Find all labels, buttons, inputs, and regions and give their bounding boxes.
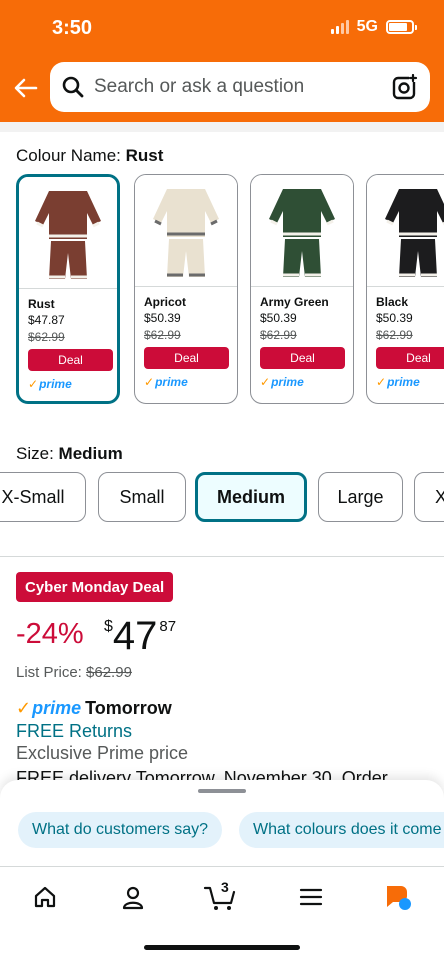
signal-icon bbox=[330, 20, 349, 34]
colour-option-card[interactable]: Apricot $50.39 $62.99 Deal ✓ prime bbox=[134, 174, 238, 404]
product-image bbox=[367, 175, 444, 287]
home-icon[interactable] bbox=[29, 881, 61, 913]
colour-selected-value: Rust bbox=[125, 146, 164, 165]
prime-badge: ✓ prime bbox=[144, 375, 228, 389]
colour-option-list-price: $62.99 bbox=[144, 328, 181, 342]
colour-option-name: Apricot bbox=[144, 295, 186, 309]
size-option-button[interactable]: Small bbox=[98, 472, 186, 522]
size-option-button[interactable]: Large bbox=[318, 472, 403, 522]
prime-check-icon: ✓ bbox=[260, 375, 271, 389]
assistant-sheet: What do customers say? What colours does… bbox=[0, 780, 444, 866]
list-price: List Price: $62.99 bbox=[16, 664, 132, 681]
colour-option-list-price: $62.99 bbox=[376, 328, 413, 342]
prime-logo: prime bbox=[271, 375, 304, 389]
price-symbol: $ bbox=[104, 618, 113, 635]
prime-logo: prime bbox=[39, 377, 72, 391]
prime-check-icon: ✓ bbox=[376, 375, 387, 389]
header-divider bbox=[0, 122, 444, 132]
price-whole: 47 bbox=[112, 614, 158, 658]
size-label-text: Size: bbox=[16, 444, 54, 463]
sheet-grabber[interactable] bbox=[198, 789, 246, 793]
size-option-button[interactable]: X-Small bbox=[0, 472, 86, 522]
colour-option-price: $50.39 bbox=[376, 311, 413, 325]
list-price-label: List Price: bbox=[16, 664, 82, 681]
colour-label: Colour Name: Rust bbox=[16, 146, 163, 166]
product-image bbox=[135, 175, 237, 287]
prime-logo: prime bbox=[387, 375, 420, 389]
colour-option-price: $50.39 bbox=[260, 311, 297, 325]
prime-logo: prime bbox=[155, 375, 188, 389]
colour-option-price: $47.87 bbox=[28, 313, 65, 327]
battery-icon bbox=[386, 20, 417, 34]
deal-badge: Deal bbox=[144, 347, 229, 369]
prime-check-icon: ✓ bbox=[144, 375, 155, 389]
deal-badge: Deal bbox=[260, 347, 345, 369]
search-bar[interactable] bbox=[50, 62, 430, 112]
list-price-value: $62.99 bbox=[86, 664, 132, 681]
size-option-button[interactable]: Medium bbox=[195, 472, 307, 522]
size-label: Size: Medium bbox=[16, 444, 123, 464]
prime-badge: ✓ prime bbox=[28, 377, 108, 391]
status-time: 3:50 bbox=[52, 17, 93, 39]
status-indicators: 5G bbox=[330, 18, 417, 36]
product-image bbox=[19, 177, 117, 289]
colour-label-text: Colour Name: bbox=[16, 146, 121, 165]
search-input[interactable] bbox=[94, 62, 384, 112]
price-fraction: 87 bbox=[159, 618, 177, 635]
deal-badge: Deal bbox=[28, 349, 113, 371]
free-returns-link[interactable]: FREE Returns bbox=[16, 721, 132, 742]
section-divider bbox=[0, 556, 444, 557]
camera-lens-icon[interactable] bbox=[392, 74, 418, 100]
delivery-speed: Tomorrow bbox=[85, 698, 172, 718]
arrow-left-icon[interactable] bbox=[12, 74, 40, 102]
price: $ 47 87 bbox=[104, 614, 176, 658]
account-icon[interactable] bbox=[117, 881, 149, 913]
suggestion-chip[interactable]: What do customers say? bbox=[18, 812, 223, 848]
search-icon bbox=[62, 76, 84, 98]
colour-option-name: Black bbox=[376, 295, 409, 309]
rufus-icon[interactable] bbox=[382, 881, 414, 913]
colour-option-name: Army Green bbox=[260, 295, 329, 309]
cart-icon[interactable]: 3 bbox=[202, 879, 240, 913]
deal-badge: Cyber Monday Deal bbox=[16, 572, 174, 602]
discount-percent: -24% bbox=[16, 618, 84, 650]
prime-delivery-line: ✓ prime Tomorrow bbox=[16, 698, 172, 719]
colour-swatch-carousel[interactable]: Rust $47.87 $62.99 Deal ✓ prime Apricot $50.39 $… bbox=[16, 172, 444, 408]
network-type: 5G bbox=[356, 18, 378, 35]
size-option-button[interactable]: X bbox=[414, 472, 444, 522]
size-selected-value: Medium bbox=[58, 444, 123, 463]
colour-option-price: $50.39 bbox=[144, 311, 181, 325]
prime-logo: prime bbox=[32, 698, 82, 718]
colour-option-card[interactable]: Black $50.39 $62.99 Deal ✓ prime bbox=[366, 174, 444, 404]
prime-check-icon: ✓ bbox=[16, 698, 32, 718]
top-header: 3:50 5G bbox=[0, 0, 444, 122]
deal-badge: Deal bbox=[376, 347, 444, 369]
home-indicator bbox=[144, 945, 300, 950]
exclusive-prime-price: Exclusive Prime price bbox=[16, 743, 189, 763]
prime-check-icon: ✓ bbox=[28, 377, 39, 391]
product-image bbox=[251, 175, 353, 287]
colour-option-name: Rust bbox=[28, 297, 55, 311]
colour-option-card[interactable]: Army Green $50.39 $62.99 Deal ✓ prime bbox=[250, 174, 354, 404]
suggestion-chip[interactable]: What colours does it come in? bbox=[239, 812, 444, 848]
size-options[interactable]: X-Small Small Medium Large X bbox=[0, 470, 444, 526]
colour-option-list-price: $62.99 bbox=[28, 330, 65, 344]
cart-count: 3 bbox=[221, 879, 229, 895]
prime-badge: ✓ prime bbox=[376, 375, 444, 389]
menu-icon[interactable] bbox=[295, 881, 327, 913]
colour-option-list-price: $62.99 bbox=[260, 328, 297, 342]
colour-option-card[interactable]: Rust $47.87 $62.99 Deal ✓ prime bbox=[16, 174, 120, 404]
prime-badge: ✓ prime bbox=[260, 375, 344, 389]
